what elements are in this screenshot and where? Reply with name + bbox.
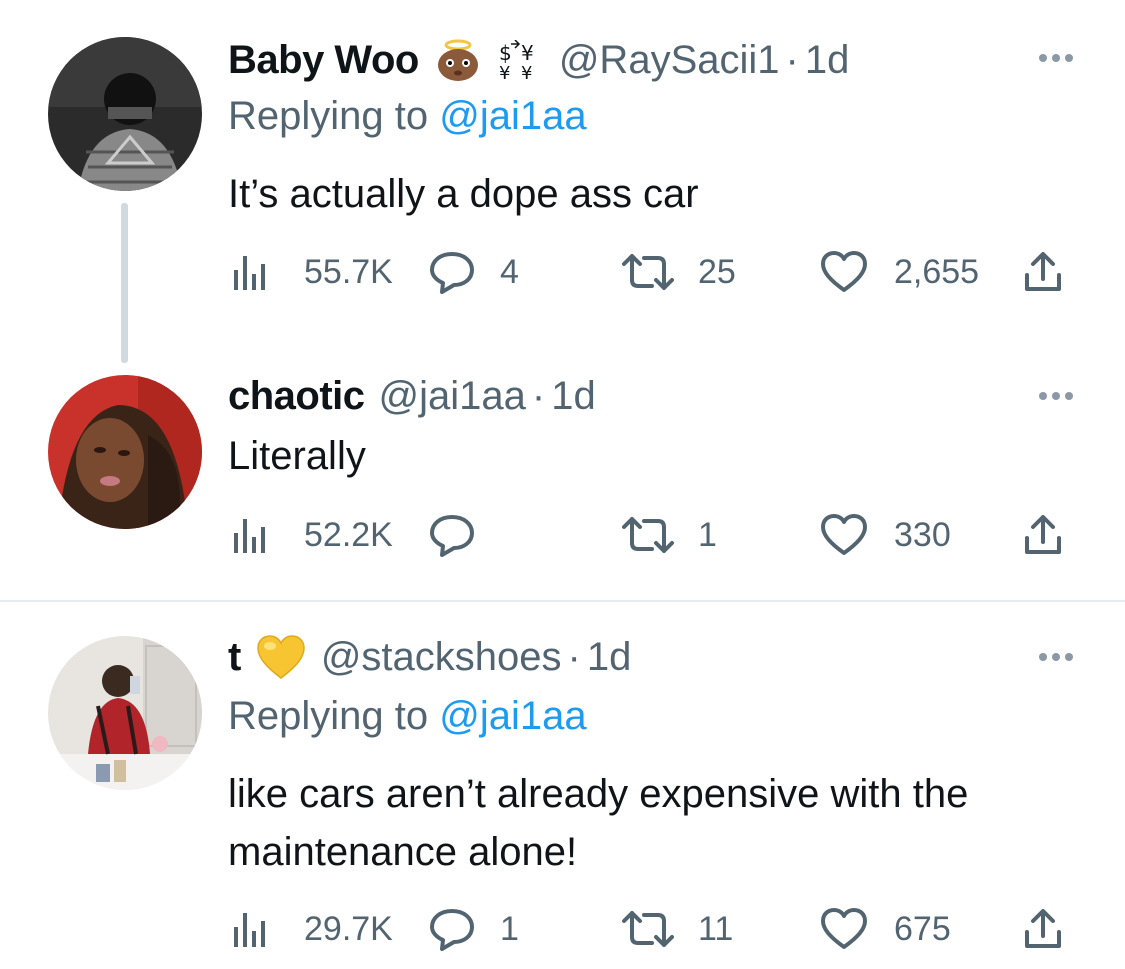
- like-button[interactable]: 330: [820, 512, 951, 558]
- share-button[interactable]: [1023, 249, 1063, 295]
- tweet-text: Literally: [228, 434, 366, 478]
- tweet-text: like cars aren’t already expensive with …: [228, 772, 969, 874]
- retweet-button[interactable]: 25: [620, 249, 736, 295]
- views-count: 52.2K: [304, 515, 393, 554]
- yellow-heart-emoji-icon: [255, 633, 307, 681]
- views-button[interactable]: 29.7K: [228, 906, 393, 952]
- svg-text:¥: ¥: [499, 63, 510, 80]
- like-button[interactable]: 675: [820, 906, 951, 952]
- timestamp[interactable]: 1d: [587, 635, 632, 680]
- share-icon: [1025, 909, 1061, 948]
- avatar[interactable]: [48, 636, 202, 790]
- like-button[interactable]: 2,655: [820, 249, 979, 295]
- heart-icon: [821, 908, 867, 949]
- reply-button[interactable]: [428, 512, 490, 558]
- reply-count: 4: [500, 252, 519, 291]
- display-name[interactable]: Baby Woo: [228, 38, 419, 83]
- replying-to: Replying to @jai1aa: [228, 94, 587, 139]
- like-count: 2,655: [894, 252, 980, 291]
- reply-icon: [430, 252, 474, 294]
- replying-to-mention[interactable]: @jai1aa: [439, 694, 586, 738]
- share-icon: [1025, 515, 1061, 554]
- avatar[interactable]: [48, 375, 202, 529]
- replying-to-mention[interactable]: @jai1aa: [439, 94, 586, 138]
- retweet-button[interactable]: 1: [620, 512, 717, 558]
- separator-dot: ·: [785, 37, 799, 82]
- tweet-actions: 29.7K 1 11 675: [228, 906, 1078, 952]
- share-icon: [1025, 252, 1061, 291]
- share-button[interactable]: [1023, 906, 1063, 952]
- heart-icon: [821, 251, 867, 292]
- display-name[interactable]: t: [228, 635, 241, 680]
- handle[interactable]: @RaySacii1: [559, 38, 780, 83]
- reply-button[interactable]: 4: [428, 249, 519, 295]
- svg-text:¥: ¥: [521, 63, 532, 80]
- views-count: 55.7K: [304, 252, 393, 291]
- retweet-count: 11: [698, 909, 734, 948]
- avatar-image: [48, 636, 202, 790]
- retweet-icon: [622, 254, 674, 290]
- reply-count: 1: [500, 909, 519, 948]
- handle[interactable]: @jai1aa: [379, 374, 526, 419]
- reply-button[interactable]: 1: [428, 906, 519, 952]
- thread-line: [121, 203, 128, 363]
- avatar[interactable]: [48, 37, 202, 191]
- separator-dot: ·: [531, 373, 546, 418]
- views-count: 29.7K: [304, 909, 393, 948]
- tweet-actions: 52.2K 1 330: [228, 512, 1078, 558]
- replying-to-label: Replying to: [228, 94, 429, 138]
- like-count: 675: [894, 909, 951, 948]
- more-options-icon[interactable]: [1039, 386, 1073, 406]
- avatar-image: [48, 375, 202, 529]
- tweet-header: t @stackshoes · 1d: [228, 632, 631, 682]
- tweet-header: chaotic @jai1aa · 1d: [228, 371, 596, 421]
- svg-text:$: $: [499, 41, 512, 65]
- retweet-button[interactable]: 11: [620, 906, 733, 952]
- reply-icon: [430, 909, 474, 951]
- share-button[interactable]: [1023, 512, 1063, 558]
- retweet-count: 1: [698, 515, 717, 554]
- tweet-header: Baby Woo $ ¥ ¥ ¥ @RaySacii1 · 1d: [228, 35, 849, 85]
- views-button[interactable]: 52.2K: [228, 512, 393, 558]
- more-options-icon[interactable]: [1039, 48, 1073, 68]
- retweet-icon: [622, 911, 674, 947]
- like-count: 330: [894, 515, 951, 554]
- views-icon: [234, 913, 265, 947]
- svg-text:¥: ¥: [521, 41, 534, 65]
- more-options-icon[interactable]: [1039, 647, 1073, 667]
- views-icon: [234, 256, 265, 290]
- tweet-text: It’s actually a dope ass car: [228, 172, 699, 216]
- views-button[interactable]: 55.7K: [228, 249, 393, 295]
- handle[interactable]: @stackshoes: [321, 635, 562, 680]
- currency-exchange-emoji-icon: $ ¥ ¥ ¥: [497, 40, 545, 80]
- retweet-count: 25: [698, 252, 736, 291]
- avatar-image: [48, 37, 202, 191]
- retweet-icon: [622, 517, 674, 553]
- timestamp[interactable]: 1d: [551, 374, 596, 419]
- heart-icon: [821, 514, 867, 555]
- views-icon: [234, 519, 265, 553]
- replying-to-label: Replying to: [228, 694, 429, 738]
- separator-dot: ·: [567, 634, 581, 679]
- tweet-divider: [0, 600, 1125, 602]
- timestamp[interactable]: 1d: [805, 38, 850, 83]
- display-name[interactable]: chaotic: [228, 374, 365, 419]
- angel-baby-emoji-icon: [433, 37, 483, 83]
- reply-icon: [430, 515, 474, 557]
- replying-to: Replying to @jai1aa: [228, 694, 587, 739]
- tweet-actions: 55.7K 4 25 2,655: [228, 249, 1078, 295]
